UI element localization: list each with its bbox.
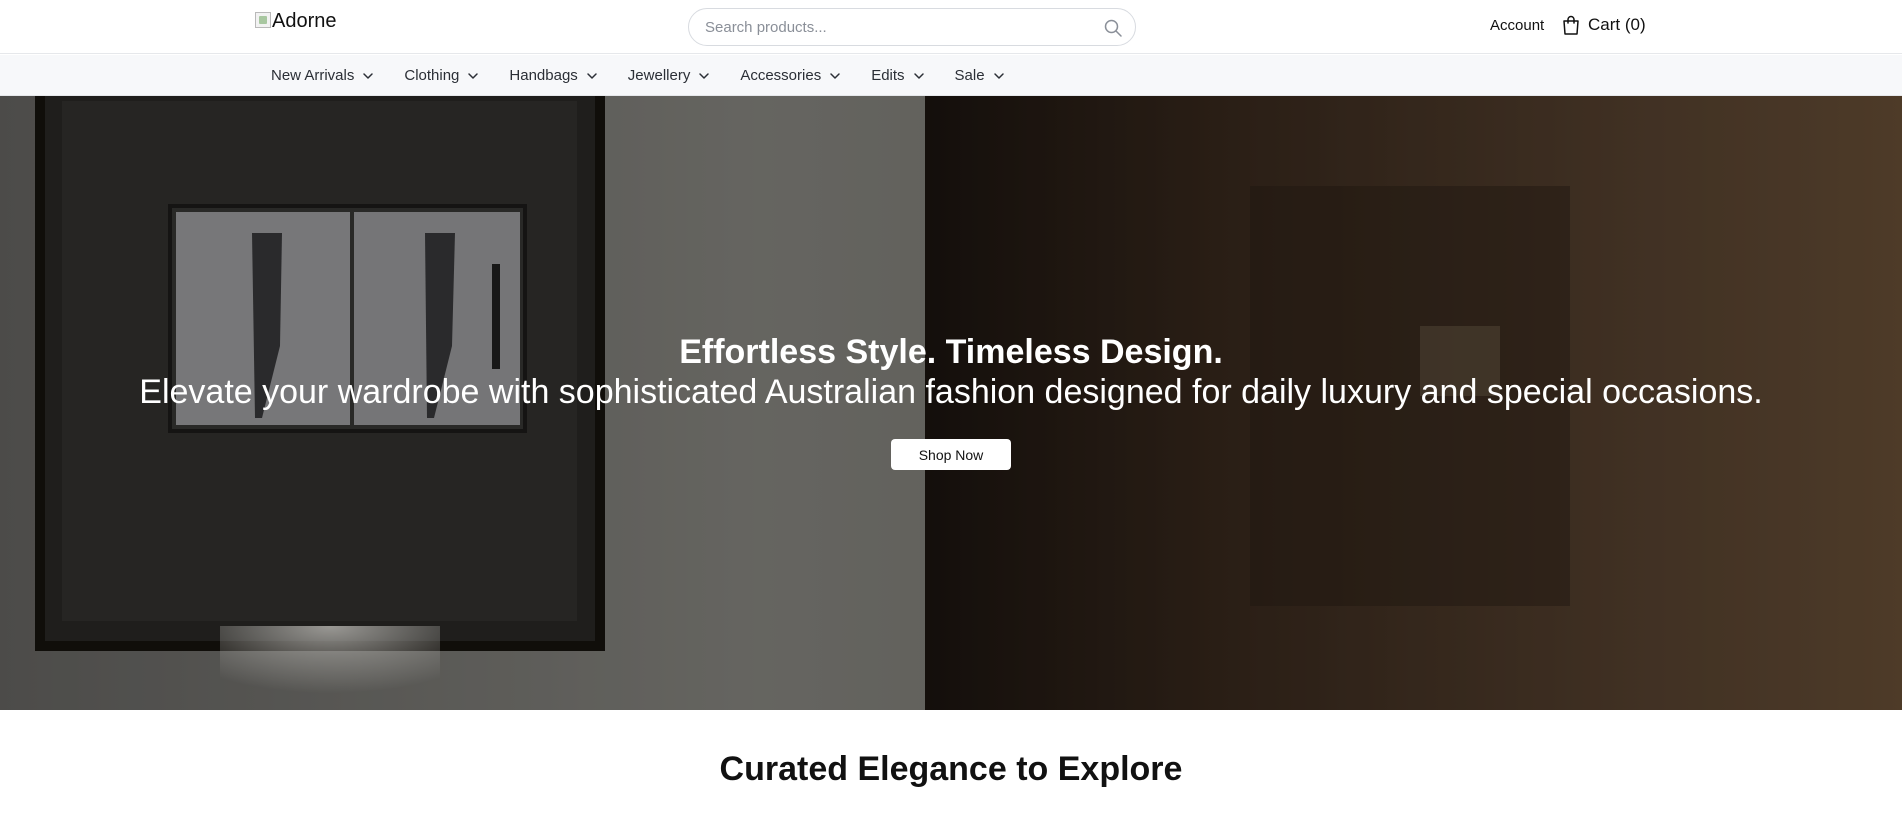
shop-now-button[interactable]: Shop Now [891, 439, 1011, 470]
nav-item-label: Edits [871, 67, 905, 84]
nav-item-label: Jewellery [627, 67, 691, 84]
nav-item-label: Sale [954, 67, 985, 84]
nav-item-label: New Arrivals [271, 67, 355, 84]
chevron-down-icon [363, 72, 374, 79]
nav-item-label: Handbags [509, 67, 578, 84]
chevron-down-icon [587, 72, 597, 79]
logo[interactable]: Adorne [255, 10, 337, 33]
account-link[interactable]: Account [1490, 17, 1544, 34]
chevron-down-icon [699, 72, 710, 79]
chevron-down-icon [993, 72, 1004, 79]
logo-text: Adorne [272, 10, 337, 32]
main-nav: New Arrivals Clothing Handbags Jewellery… [0, 55, 1902, 96]
site-header: Adorne Account Cart (0) [0, 0, 1902, 54]
chevron-down-icon [468, 72, 479, 79]
nav-item-jewellery[interactable]: Jewellery [628, 67, 711, 84]
nav-item-sale[interactable]: Sale [955, 67, 1005, 84]
nav-item-label: Accessories [740, 67, 822, 84]
shopping-bag-icon [1563, 15, 1579, 35]
nav-item-edits[interactable]: Edits [871, 67, 924, 84]
hero-subtitle: Elevate your wardrobe with sophisticated… [139, 373, 1763, 411]
hero-banner: Effortless Style. Timeless Design. Eleva… [0, 96, 1902, 710]
nav-item-clothing[interactable]: Clothing [404, 67, 479, 84]
search-bar [688, 8, 1136, 46]
nav-item-new-arrivals[interactable]: New Arrivals [271, 67, 374, 84]
hero-title: Effortless Style. Timeless Design. [679, 333, 1223, 371]
cart-label: Cart (0) [1588, 15, 1646, 34]
search-input[interactable] [705, 9, 1085, 45]
cart-link[interactable]: Cart (0) [1562, 15, 1646, 35]
search-icon[interactable] [1103, 18, 1123, 38]
chevron-down-icon [913, 72, 924, 79]
nav-item-handbags[interactable]: Handbags [509, 67, 597, 84]
nav-item-label: Clothing [404, 67, 460, 84]
nav-item-accessories[interactable]: Accessories [740, 67, 841, 84]
chevron-down-icon [830, 72, 840, 79]
section-title: Curated Elegance to Explore [719, 750, 1183, 788]
broken-image-icon [255, 12, 271, 28]
